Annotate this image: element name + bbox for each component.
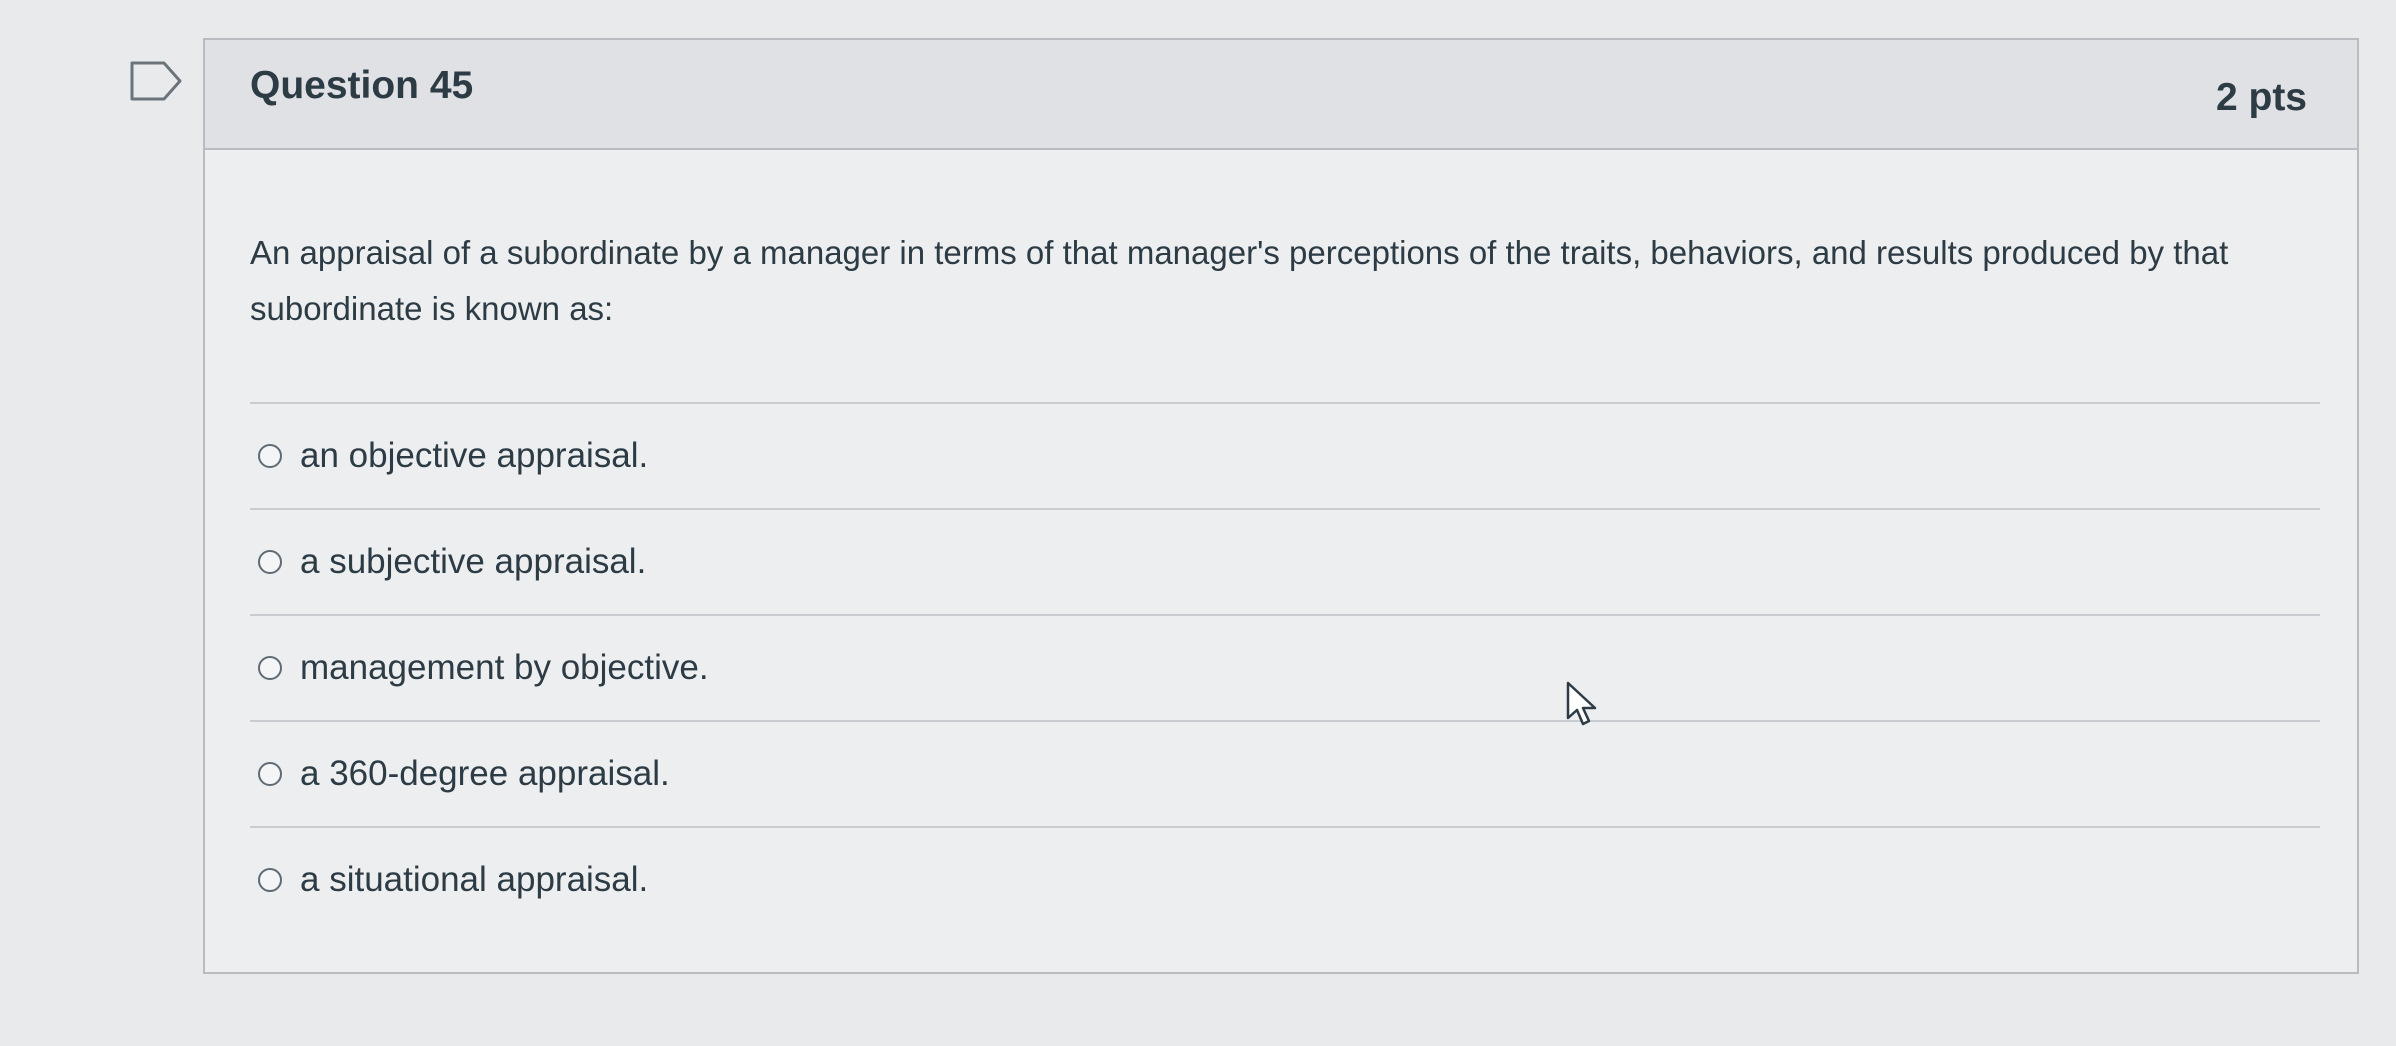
- mouse-pointer-icon: [1566, 681, 1597, 726]
- answer-label[interactable]: a subjective appraisal.: [300, 542, 646, 582]
- radio-button[interactable]: [258, 550, 282, 574]
- answer-label[interactable]: a 360-degree appraisal.: [300, 754, 670, 794]
- radio-button[interactable]: [258, 444, 282, 468]
- radio-button[interactable]: [258, 868, 282, 892]
- question-points: 2 pts: [2215, 76, 2307, 119]
- answer-option[interactable]: a 360-degree appraisal.: [250, 720, 2320, 826]
- answer-label[interactable]: an objective appraisal.: [300, 436, 648, 476]
- radio-button[interactable]: [258, 762, 282, 786]
- answer-list: an objective appraisal. a subjective app…: [250, 402, 2320, 932]
- answer-option[interactable]: a subjective appraisal.: [250, 508, 2320, 614]
- answer-label[interactable]: a situational appraisal.: [300, 860, 648, 900]
- answer-label[interactable]: management by objective.: [300, 648, 709, 688]
- question-text: An appraisal of a subordinate by a manag…: [250, 234, 2229, 327]
- radio-button[interactable]: [258, 656, 282, 680]
- answer-option[interactable]: management by objective.: [250, 614, 2320, 720]
- question-card: Question 45 2 pts An appraisal of a subo…: [203, 38, 2359, 974]
- flag-question-icon[interactable]: [128, 58, 186, 104]
- question-title: Question 45: [250, 64, 474, 107]
- answer-option[interactable]: an objective appraisal.: [250, 402, 2320, 508]
- question-header: Question 45 2 pts: [205, 40, 2357, 150]
- answer-option[interactable]: a situational appraisal.: [250, 826, 2320, 932]
